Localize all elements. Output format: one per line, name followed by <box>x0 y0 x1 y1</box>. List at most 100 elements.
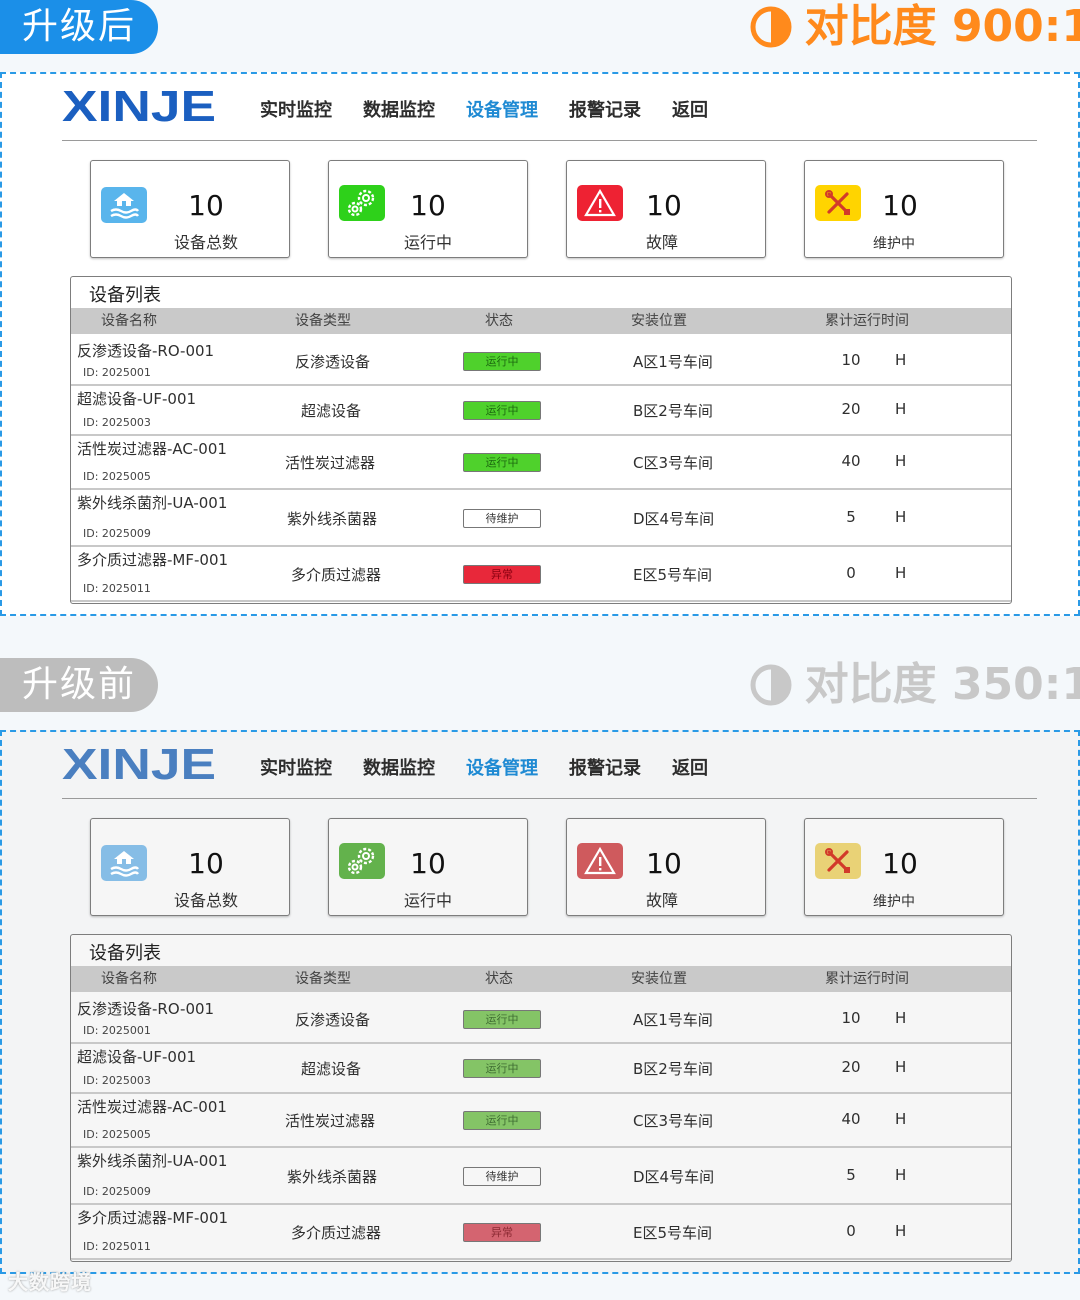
maintenance-value: 10 <box>882 847 918 880</box>
card-running[interactable]: 10 运行中 <box>328 818 528 916</box>
runtime-unit: H <box>895 1166 907 1184</box>
runtime-unit: H <box>895 1222 907 1240</box>
nav-device-management[interactable]: 设备管理 <box>466 754 538 784</box>
nav-realtime-monitor[interactable]: 实时监控 <box>260 96 332 126</box>
runtime-hours: 5 <box>846 1166 856 1184</box>
table-row[interactable]: 活性炭过滤器-AC-001 ID: 2025005 活性炭过滤器 运行中 C区3号车间 4… <box>71 434 1011 490</box>
col-device-type: 设备类型 <box>295 971 351 987</box>
device-id: ID: 2025003 <box>83 1074 151 1087</box>
header-divider <box>62 140 1037 141</box>
table-row[interactable]: 紫外线杀菌剂-UA-001 ID: 2025009 紫外线杀菌器 待维护 D区4号车间 5… <box>71 488 1011 547</box>
table-row[interactable]: 超滤设备-UF-001 ID: 2025003 超滤设备 运行中 B区2号车间 20 H <box>71 384 1011 436</box>
device-type: 活性炭过滤器 <box>285 1112 376 1130</box>
maintenance-label: 维护中 <box>873 894 915 910</box>
fault-label: 故障 <box>645 891 678 910</box>
running-value: 10 <box>410 847 446 880</box>
device-type: 多介质过滤器 <box>291 566 382 584</box>
col-location: 安装位置 <box>631 971 687 987</box>
card-fault[interactable]: 10 故障 <box>566 818 766 916</box>
install-location: E区5号车间 <box>633 1224 713 1242</box>
install-location: A区1号车间 <box>633 1011 713 1029</box>
install-location: B区2号车间 <box>633 402 713 420</box>
card-running[interactable]: 10 运行中 <box>328 160 528 258</box>
device-type: 超滤设备 <box>301 402 362 420</box>
nav-data-monitor[interactable]: 数据监控 <box>363 754 435 784</box>
runtime-unit: H <box>895 508 907 526</box>
gears-icon <box>339 185 385 221</box>
total-devices-label: 设备总数 <box>173 233 238 252</box>
runtime-hours: 40 <box>841 452 861 470</box>
device-name: 反渗透设备-RO-001 <box>77 1000 215 1018</box>
table-row[interactable]: 紫外线杀菌剂-UA-001 ID: 2025009 紫外线杀菌器 待维护 D区4号车间 5… <box>71 1146 1011 1205</box>
runtime-unit: H <box>895 1058 907 1076</box>
nav-realtime-monitor[interactable]: 实时监控 <box>260 754 332 784</box>
runtime-hours: 10 <box>841 1009 861 1027</box>
logo-text: XINJE <box>62 86 216 126</box>
runtime-unit: H <box>895 1009 907 1027</box>
status-badge: 运行中 <box>463 1059 541 1078</box>
fault-value: 10 <box>646 847 682 880</box>
device-id: ID: 2025005 <box>83 470 151 483</box>
watermark: 大数跨境 <box>8 1270 92 1294</box>
device-name: 紫外线杀菌剂-UA-001 <box>77 494 228 512</box>
card-total-devices[interactable]: 10 设备总数 <box>90 160 290 258</box>
device-type: 反渗透设备 <box>295 353 371 371</box>
card-total-devices[interactable]: 10 设备总数 <box>90 818 290 916</box>
after-contrast-text: 对比度 900:1 <box>804 1 1080 52</box>
device-list: 设备列表 设备名称 设备类型 状态 安装位置 累计运行时间 反渗透设备-RO-0… <box>70 934 1012 1262</box>
card-maintenance[interactable]: 10 维护中 <box>804 160 1004 258</box>
device-id: ID: 2025005 <box>83 1128 151 1141</box>
device-type: 紫外线杀菌器 <box>287 510 378 528</box>
nav-back[interactable]: 返回 <box>672 96 708 126</box>
table-row[interactable]: 活性炭过滤器-AC-001 ID: 2025005 活性炭过滤器 运行中 C区3号车间 4… <box>71 1092 1011 1148</box>
nav-data-monitor[interactable]: 数据监控 <box>363 96 435 126</box>
status-badge: 异常 <box>463 1223 541 1242</box>
after-tag: 升级后 <box>0 0 158 54</box>
before-contrast: 对比度 350:1 <box>749 658 1080 712</box>
table-row[interactable]: 反渗透设备-RO-001 ID: 2025001 反渗透设备 运行中 A区1号车间 10 H <box>71 336 1011 386</box>
logo-text: XINJE <box>62 744 216 784</box>
before-tag: 升级前 <box>0 658 158 712</box>
runtime-hours: 5 <box>846 508 856 526</box>
device-name: 多介质过滤器-MF-001 <box>77 1209 229 1227</box>
runtime-hours: 0 <box>846 564 856 582</box>
gears-icon <box>339 843 385 879</box>
top-nav: 实时监控 数据监控 设备管理 报警记录 返回 <box>260 96 739 126</box>
device-id: ID: 2025001 <box>83 366 151 379</box>
device-name: 活性炭过滤器-AC-001 <box>77 1098 227 1116</box>
install-location: C区3号车间 <box>633 454 714 472</box>
before-panel: XINJE 实时监控 数据监控 设备管理 报警记录 返回 10 设备总数 10 … <box>0 730 1080 1274</box>
total-devices-label: 设备总数 <box>173 891 238 910</box>
runtime-unit: H <box>895 452 907 470</box>
top-nav: 实时监控 数据监控 设备管理 报警记录 返回 <box>260 754 739 784</box>
device-id: ID: 2025011 <box>83 582 151 595</box>
house-water-icon <box>101 187 147 223</box>
install-location: A区1号车间 <box>633 353 713 371</box>
col-status: 状态 <box>485 313 513 329</box>
table-row[interactable]: 超滤设备-UF-001 ID: 2025003 超滤设备 运行中 B区2号车间 20 H <box>71 1042 1011 1094</box>
total-devices-value: 10 <box>188 847 224 880</box>
nav-alarm-records[interactable]: 报警记录 <box>569 754 641 784</box>
table-header: 设备名称 设备类型 状态 安装位置 累计运行时间 <box>71 966 1011 992</box>
after-contrast: 对比度 900:1 <box>749 0 1080 54</box>
install-location: E区5号车间 <box>633 566 713 584</box>
nav-back[interactable]: 返回 <box>672 754 708 784</box>
card-maintenance[interactable]: 10 维护中 <box>804 818 1004 916</box>
warning-triangle-icon <box>577 185 623 221</box>
table-row[interactable]: 多介质过滤器-MF-001 ID: 2025011 多介质过滤器 异常 E区5号车间 0 H <box>71 545 1011 602</box>
status-badge: 运行中 <box>463 1010 541 1029</box>
nav-alarm-records[interactable]: 报警记录 <box>569 96 641 126</box>
runtime-hours: 0 <box>846 1222 856 1240</box>
card-fault[interactable]: 10 故障 <box>566 160 766 258</box>
device-type: 紫外线杀菌器 <box>287 1168 378 1186</box>
runtime-hours: 20 <box>841 400 861 418</box>
header-divider <box>62 798 1037 799</box>
device-name: 活性炭过滤器-AC-001 <box>77 440 227 458</box>
table-row[interactable]: 多介质过滤器-MF-001 ID: 2025011 多介质过滤器 异常 E区5号车间 0 H <box>71 1203 1011 1260</box>
maintenance-value: 10 <box>882 189 918 222</box>
device-name: 多介质过滤器-MF-001 <box>77 551 229 569</box>
device-name: 超滤设备-UF-001 <box>77 1048 197 1066</box>
table-row[interactable]: 反渗透设备-RO-001 ID: 2025001 反渗透设备 运行中 A区1号车间 10 H <box>71 994 1011 1044</box>
nav-device-management[interactable]: 设备管理 <box>466 96 538 126</box>
status-badge: 运行中 <box>463 453 541 472</box>
